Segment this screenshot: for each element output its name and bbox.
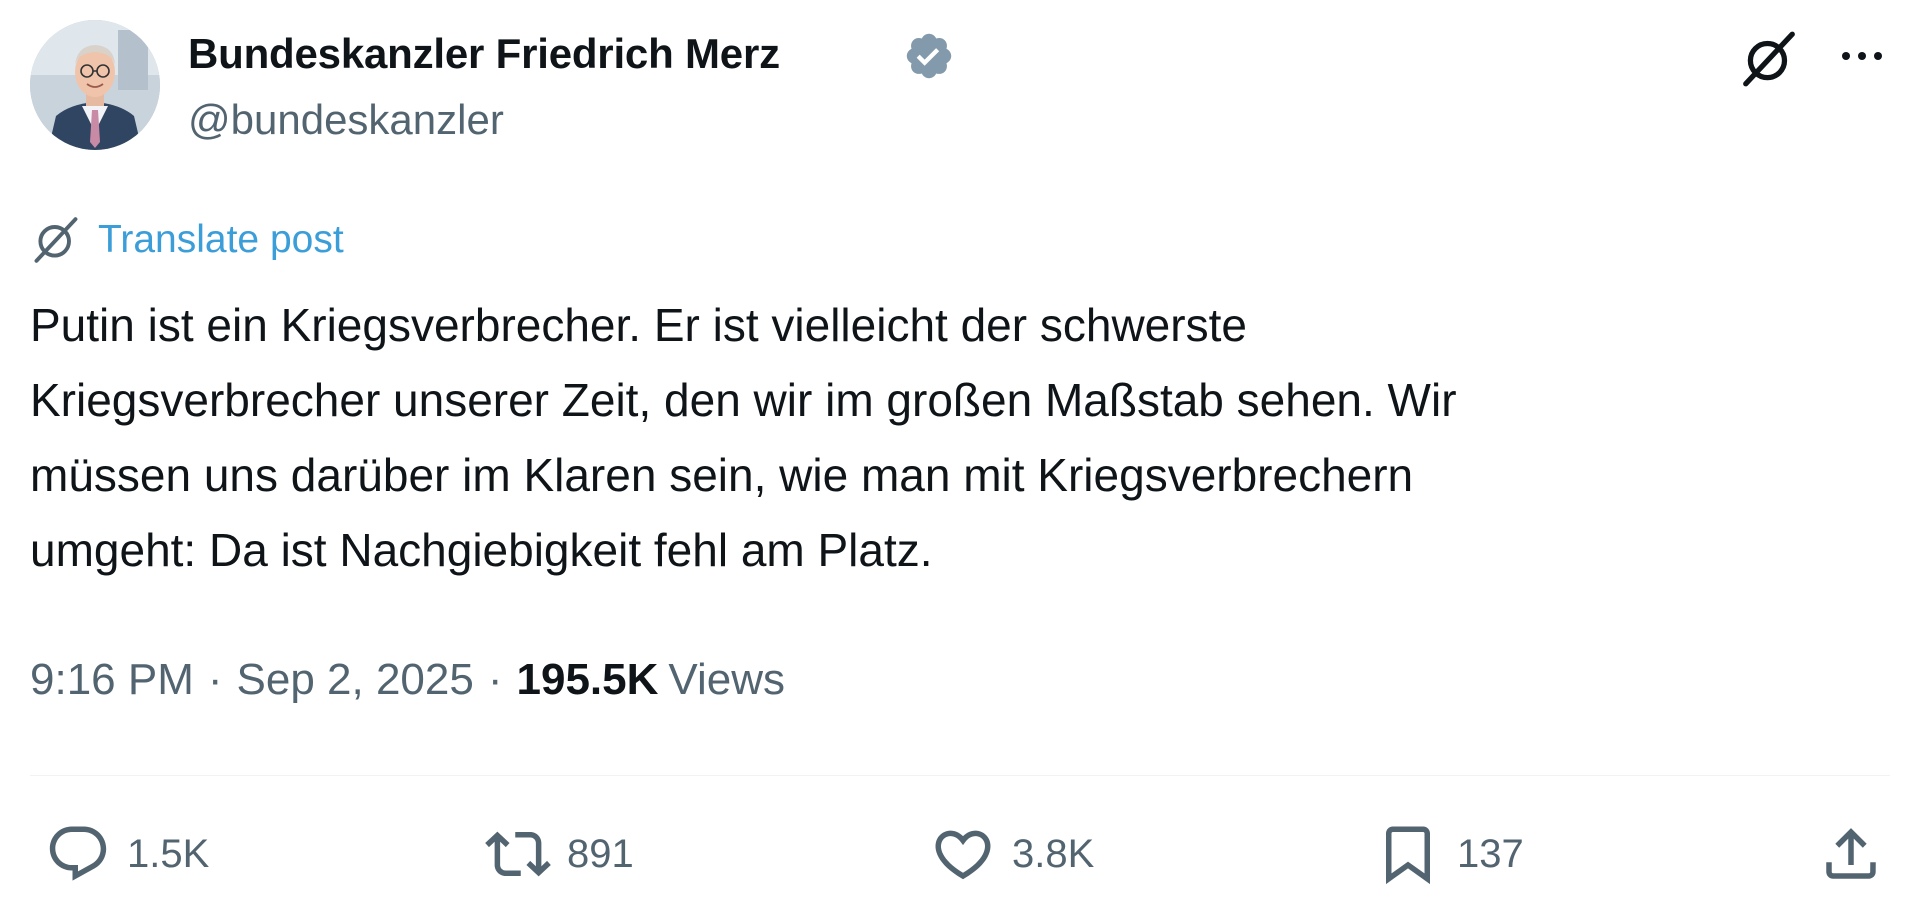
like-button[interactable]: 3.8K (930, 820, 1094, 888)
bookmark-count: 137 (1457, 831, 1524, 876)
views-label: Views (668, 655, 785, 704)
translate-post-button[interactable]: Translate post (30, 212, 344, 268)
repost-button[interactable]: 891 (485, 820, 634, 888)
grok-icon (34, 217, 78, 263)
reply-count: 1.5K (127, 831, 210, 876)
repost-icon (485, 831, 551, 877)
verified-badge-icon[interactable] (903, 30, 955, 82)
views-count[interactable]: 195.5K (517, 655, 659, 705)
post-text-line: Putin ist ein Kriegsverbrecher. Er ist v… (30, 299, 1247, 351)
more-icon[interactable] (1832, 30, 1892, 82)
share-button[interactable] (1818, 820, 1884, 888)
tweet-card: Bundeskanzler Friedrich Merz @bundeskanz… (0, 0, 1920, 920)
post-time[interactable]: 9:16 PM (30, 655, 194, 705)
reply-button[interactable]: 1.5K (45, 820, 209, 888)
heart-icon (935, 830, 991, 880)
avatar[interactable] (30, 20, 160, 150)
meta-separator: · (207, 655, 223, 704)
post-text-line: Kriegsverbrecher unserer Zeit, den wir i… (30, 374, 1457, 426)
author-handle[interactable]: @bundeskanzler (188, 96, 504, 144)
repost-count: 891 (567, 831, 634, 876)
grok-icon[interactable] (1738, 28, 1800, 90)
meta-separator: · (487, 655, 503, 704)
post-text-line: umgeht: Da ist Nachgiebigkeit fehl am Pl… (30, 524, 933, 576)
translate-post-label: Translate post (98, 218, 344, 261)
post-text-line: müssen uns darüber im Klaren sein, wie m… (30, 449, 1414, 501)
bookmark-button[interactable]: 137 (1375, 820, 1524, 888)
reply-icon (49, 826, 107, 881)
avatar-image (30, 20, 160, 150)
post-meta: 9:16 PM · Sep 2, 2025 · 195.5K Views (30, 655, 785, 705)
post-date[interactable]: Sep 2, 2025 (237, 655, 474, 705)
divider (30, 775, 1890, 776)
like-count: 3.8K (1012, 831, 1095, 876)
share-icon (1826, 828, 1876, 879)
author-name[interactable]: Bundeskanzler Friedrich Merz (188, 30, 780, 78)
post-text: Putin ist ein Kriegsverbrecher. Er ist v… (30, 288, 1890, 588)
bookmark-icon (1386, 826, 1430, 885)
